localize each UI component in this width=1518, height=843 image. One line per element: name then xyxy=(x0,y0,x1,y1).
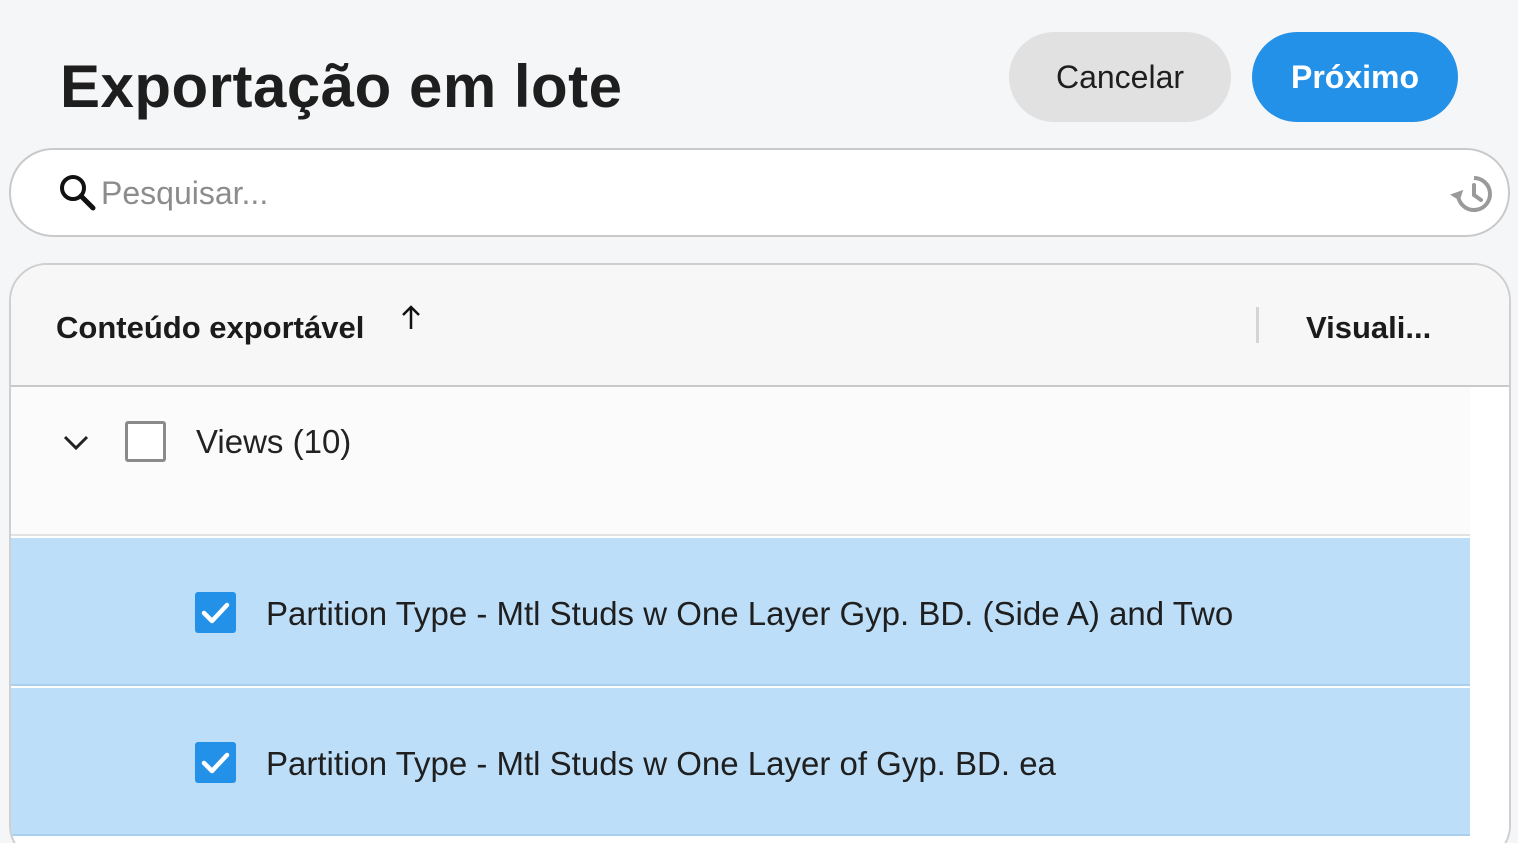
group-label: Views (10) xyxy=(196,423,352,460)
search-bar[interactable] xyxy=(9,148,1510,237)
column-resize-handle[interactable] xyxy=(1256,307,1259,343)
batch-export-page: Exportação em lote Cancelar Próximo Cont… xyxy=(0,0,1518,843)
page-title: Exportação em lote xyxy=(60,53,623,120)
chevron-down-icon[interactable] xyxy=(61,427,91,457)
row-label: Partition Type - Mtl Studs w One Layer G… xyxy=(266,595,1234,632)
row-checkbox[interactable] xyxy=(195,592,236,633)
sort-ascending-icon[interactable] xyxy=(398,303,424,333)
table-row[interactable]: Partition Type - Mtl Studs w One Layer G… xyxy=(11,538,1470,686)
history-icon[interactable] xyxy=(1448,170,1496,218)
scrollbar-track[interactable] xyxy=(1470,389,1509,843)
search-input[interactable] xyxy=(101,168,1341,218)
column-header-content[interactable]: Conteúdo exportável xyxy=(56,310,364,346)
cancel-button[interactable]: Cancelar xyxy=(1009,32,1231,122)
export-content-table: Conteúdo exportável Visuali... Views (10… xyxy=(9,263,1511,843)
group-checkbox[interactable] xyxy=(125,421,166,462)
checkmark-icon xyxy=(201,602,230,624)
row-label: Partition Type - Mtl Studs w One Layer o… xyxy=(266,745,1056,782)
table-header: Conteúdo exportável Visuali... xyxy=(11,265,1509,387)
group-row-views[interactable]: Views (10) xyxy=(11,387,1470,536)
column-header-view[interactable]: Visuali... xyxy=(1306,310,1431,346)
checkmark-icon xyxy=(201,752,230,774)
next-button[interactable]: Próximo xyxy=(1252,32,1458,122)
table-row[interactable]: Partition Type - Mtl Studs w One Layer o… xyxy=(11,688,1470,836)
row-checkbox[interactable] xyxy=(195,742,236,783)
search-icon xyxy=(60,175,96,211)
